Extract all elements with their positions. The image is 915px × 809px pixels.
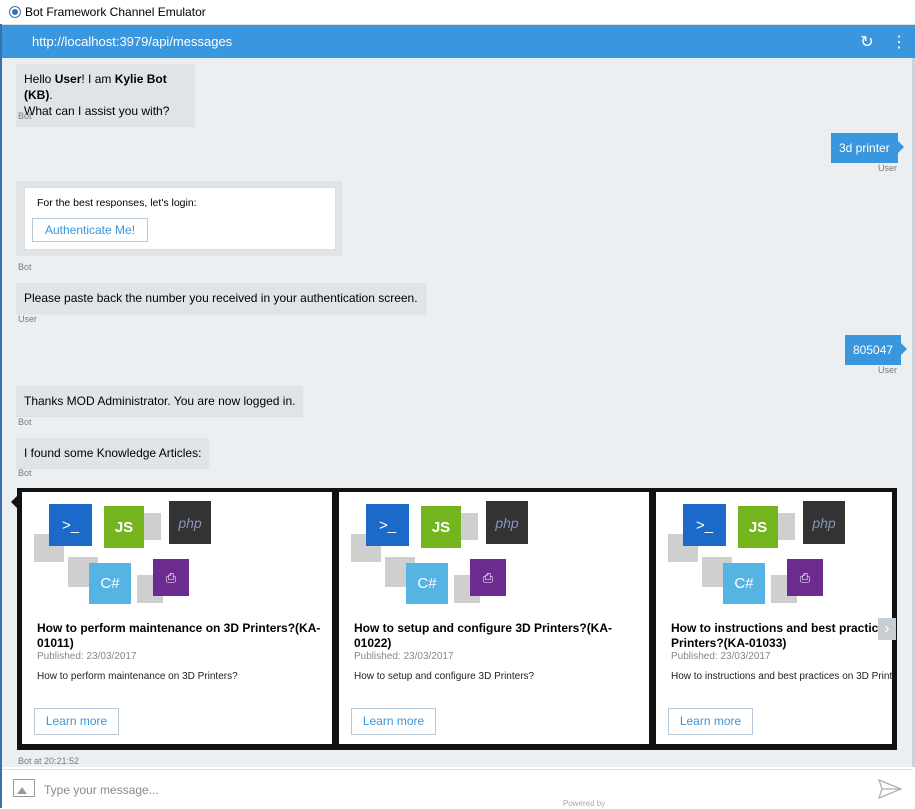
visual-studio-icon: ⎙ — [470, 559, 506, 596]
image-upload-icon[interactable] — [13, 779, 35, 797]
signin-prompt: For the best responses, let's login: — [37, 197, 197, 209]
chat-history[interactable]: Hello User! I am Kylie Bot (KB). What ca… — [2, 58, 912, 767]
javascript-icon: JS — [738, 506, 778, 548]
message-sender: User — [18, 314, 38, 324]
bot-message-signin-card: For the best responses, let's login: Aut… — [16, 181, 342, 256]
article-card: >_ JS php C# ⎙ How to perform maintenanc… — [22, 492, 332, 744]
php-icon: php — [169, 501, 211, 544]
php-icon: php — [486, 501, 528, 544]
csharp-icon: C# — [723, 563, 765, 604]
user-message-code: 805047 — [845, 335, 908, 365]
authenticate-button[interactable]: Authenticate Me! — [32, 218, 148, 242]
greeting-hello: Hello — [24, 72, 55, 86]
user-message-3d-printer: 3d printer — [831, 133, 904, 163]
bot-message-greeting: Hello User! I am Kylie Bot (KB). What ca… — [16, 64, 195, 126]
article-description: How to perform maintenance on 3D Printer… — [37, 671, 238, 682]
greeting-line2: What can I assist you with? — [24, 104, 170, 118]
message-input-bar — [2, 769, 913, 809]
carousel-next-arrow-icon[interactable]: › — [878, 618, 896, 640]
address-bar: http://localhost:3979/api/messages ↻ ⋮ — [2, 25, 915, 58]
emulator-app-icon — [9, 6, 21, 18]
visual-studio-icon: ⎙ — [153, 559, 189, 596]
article-card: >_ JS php C# ⎙ How to setup and configur… — [339, 492, 649, 744]
message-sender: User — [878, 365, 898, 375]
learn-more-button[interactable]: Learn more — [668, 708, 753, 735]
article-title: How to perform maintenance on 3D Printer… — [37, 621, 321, 650]
endpoint-url[interactable]: http://localhost:3979/api/messages — [32, 34, 851, 49]
message-sender: Bot — [18, 417, 32, 427]
csharp-icon: C# — [406, 563, 448, 604]
article-published: Published: 23/03/2017 — [37, 651, 137, 662]
article-published: Published: 23/03/2017 — [354, 651, 454, 662]
bot-message-paste-number: Please paste back the number you receive… — [16, 283, 426, 313]
powershell-icon: >_ — [49, 504, 92, 546]
javascript-icon: JS — [421, 506, 461, 548]
signin-card: For the best responses, let's login: Aut… — [24, 187, 336, 250]
window-title: Bot Framework Channel Emulator — [25, 5, 206, 19]
message-sender: User — [878, 163, 898, 173]
message-sender: Bot — [18, 262, 32, 272]
message-sender: Bot — [18, 468, 32, 478]
article-title: How to instructions and best practices o… — [671, 621, 892, 650]
message-input[interactable] — [42, 778, 866, 802]
article-carousel[interactable]: >_ JS php C# ⎙ How to perform maintenanc… — [11, 488, 897, 750]
bot-message-logged-in: Thanks MOD Administrator. You are now lo… — [16, 386, 304, 416]
powershell-icon: >_ — [366, 504, 409, 546]
window-titlebar: Bot Framework Channel Emulator — [0, 0, 915, 25]
powered-by-label: Powered by — [563, 799, 606, 808]
visual-studio-icon: ⎙ — [787, 559, 823, 596]
csharp-icon: C# — [89, 563, 131, 604]
php-icon: php — [803, 501, 845, 544]
article-description: How to instructions and best practices o… — [671, 671, 892, 682]
learn-more-button[interactable]: Learn more — [34, 708, 119, 735]
more-vertical-icon[interactable]: ⋮ — [883, 32, 915, 52]
powershell-icon: >_ — [683, 504, 726, 546]
send-icon[interactable] — [878, 779, 902, 799]
article-published: Published: 23/03/2017 — [671, 651, 771, 662]
message-timestamp: Bot at 20:21:52 — [18, 756, 80, 766]
javascript-icon: JS — [104, 506, 144, 548]
greeting-period: . — [49, 88, 53, 102]
bot-message-found-articles: I found some Knowledge Articles: — [16, 438, 210, 468]
refresh-icon[interactable]: ↻ — [851, 32, 883, 52]
learn-more-button[interactable]: Learn more — [351, 708, 436, 735]
article-card: >_ JS php C# ⎙ How to instructions and b… — [656, 492, 892, 744]
article-description: How to setup and configure 3D Printers? — [354, 671, 535, 682]
message-sender: Bot — [18, 111, 32, 121]
article-title: How to setup and configure 3D Printers?(… — [354, 621, 613, 650]
greeting-iam: ! I am — [81, 72, 115, 86]
greeting-user: User — [54, 72, 82, 86]
